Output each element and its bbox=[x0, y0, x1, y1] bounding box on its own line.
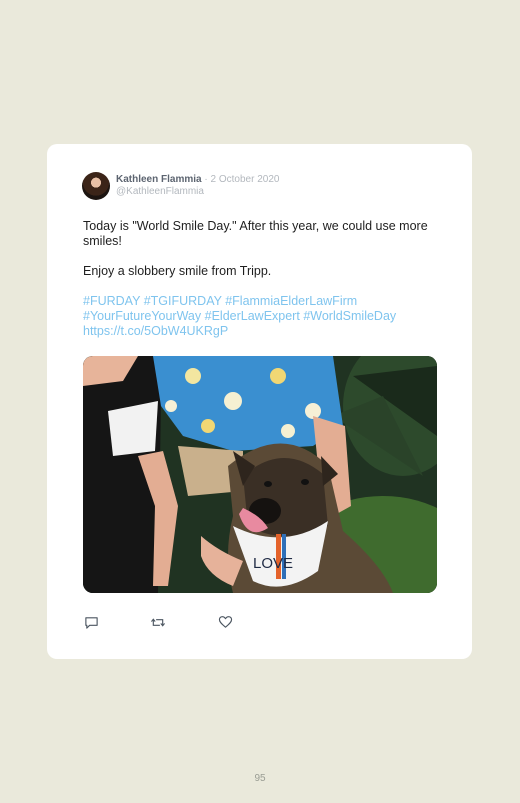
tweet-link[interactable]: https://t.co/5ObW4UKRgP bbox=[83, 324, 228, 338]
avatar[interactable] bbox=[82, 172, 110, 200]
hashtag-link[interactable]: #WorldSmileDay bbox=[303, 309, 396, 323]
tweet-card: Kathleen Flammia · 2 October 2020 @Kathl… bbox=[47, 144, 472, 659]
retweet-icon bbox=[150, 617, 166, 627]
shirt-flower bbox=[224, 392, 242, 410]
dog-eye bbox=[264, 481, 272, 487]
tweet-header: Kathleen Flammia · 2 October 2020 @Kathl… bbox=[82, 171, 279, 201]
like-button[interactable] bbox=[217, 614, 233, 630]
tweet-paragraph: Today is "World Smile Day." After this y… bbox=[83, 219, 428, 248]
shirt-flower bbox=[305, 403, 321, 419]
hashtag-link[interactable]: #TGIFURDAY bbox=[144, 294, 222, 308]
tweet-actions bbox=[83, 614, 233, 630]
dog-eye bbox=[301, 479, 309, 485]
shirt-flower bbox=[201, 419, 215, 433]
hashtag-link[interactable]: #FlammiaElderLawFirm bbox=[225, 294, 357, 308]
retweet-button[interactable] bbox=[150, 614, 166, 630]
author-name[interactable]: Kathleen Flammia bbox=[116, 174, 202, 185]
shirt-flower bbox=[270, 368, 286, 384]
shirt-flower bbox=[165, 400, 177, 412]
hashtag-link[interactable]: #YourFutureYourWay bbox=[83, 309, 201, 323]
author-handle[interactable]: @KathleenFlammia bbox=[116, 186, 279, 198]
shirt-flower bbox=[281, 424, 295, 438]
reply-icon bbox=[84, 616, 98, 629]
tweet-date[interactable]: 2 October 2020 bbox=[211, 174, 280, 185]
dog-photo-illustration: LOVE bbox=[83, 356, 437, 593]
page-number: 95 bbox=[254, 773, 266, 784]
tweet-photo[interactable]: LOVE bbox=[83, 356, 437, 593]
reply-button[interactable] bbox=[83, 614, 99, 630]
hashtag-link[interactable]: #ElderLawExpert bbox=[205, 309, 300, 323]
bandana-text: LOVE bbox=[253, 555, 293, 572]
author-line: Kathleen Flammia · 2 October 2020 bbox=[116, 174, 279, 186]
separator-dot: · bbox=[204, 174, 208, 185]
heart-icon bbox=[218, 616, 232, 628]
hashtag-link[interactable]: #FURDAY bbox=[83, 294, 140, 308]
tweet-hashtags: #FURDAY #TGIFURDAY #FlammiaElderLawFirm … bbox=[83, 294, 443, 339]
shirt-flower bbox=[185, 368, 201, 384]
author-meta: Kathleen Flammia · 2 October 2020 @Kathl… bbox=[116, 174, 279, 198]
tweet-paragraph: Enjoy a slobbery smile from Tripp. bbox=[83, 264, 272, 278]
tweet-text: Today is "World Smile Day." After this y… bbox=[83, 219, 443, 279]
